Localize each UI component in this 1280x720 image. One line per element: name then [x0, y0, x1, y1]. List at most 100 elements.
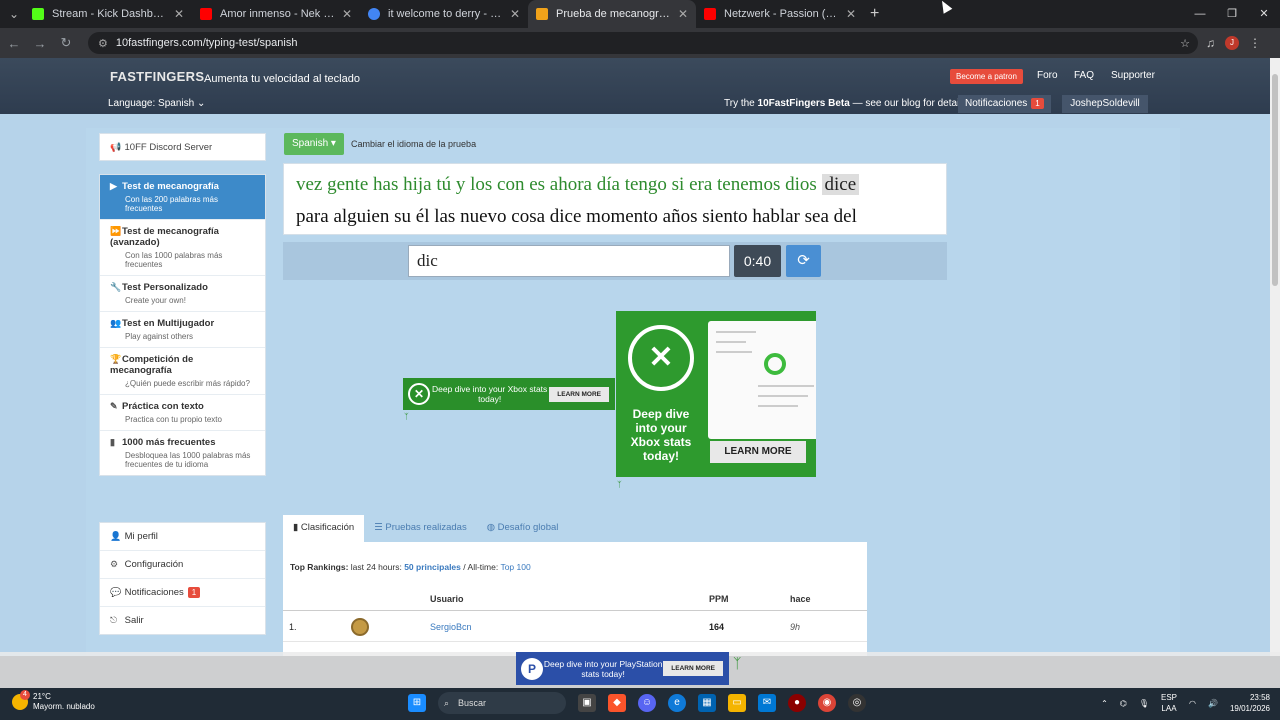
back-arrow-icon[interactable]: ←	[2, 36, 26, 51]
input-language[interactable]: ESP LAA	[1161, 692, 1177, 714]
obs-icon[interactable]: ◎	[848, 694, 866, 712]
sidebar-item-text-practice[interactable]: ✎ Práctica con texto Practica con tu prop…	[100, 395, 265, 431]
store-icon[interactable]: ▦	[698, 694, 716, 712]
notifications-button[interactable]: Notificaciones 1	[958, 95, 1051, 113]
discord-link[interactable]: 📢 10FF Discord Server	[99, 133, 266, 161]
kick-favicon-icon	[32, 8, 44, 20]
tab-close-icon[interactable]: ✕	[510, 7, 520, 21]
close-window-icon[interactable]: ✕	[1248, 0, 1280, 28]
sidebar-item-typing-test[interactable]: ▶ Test de mecanografía Con las 200 palabr…	[100, 175, 265, 220]
ad-marker-icon[interactable]: ᛉ	[733, 655, 751, 677]
scrollbar-thumb[interactable]	[1272, 74, 1278, 286]
restart-button[interactable]: ⟳	[786, 245, 821, 277]
sidebar-item-logout[interactable]: ⎋ Salir	[100, 607, 265, 634]
typing-input[interactable]: dic	[408, 245, 730, 277]
taskbar-search[interactable]: ⌕ Buscar	[438, 692, 566, 714]
sidebar-item-title: Test de mecanografía	[122, 181, 219, 192]
tab-10fastfingers[interactable]: Prueba de mecanografía Spani ✕	[528, 0, 696, 28]
sidebar-item-custom-test[interactable]: 🔧Test Personalizado Create your own!	[100, 276, 265, 312]
site-header: FASTFINGERS Aumenta tu velocidad al tecl…	[0, 58, 1270, 114]
restore-icon[interactable]: ❐	[1216, 0, 1248, 28]
ranking-username[interactable]: SergioBcn	[430, 622, 472, 632]
top-rankings-line: Top Rankings: last 24 hours: 50 principa…	[290, 562, 531, 572]
sidebar-item-multiplayer[interactable]: 👥Test en Multijugador Play against other…	[100, 312, 265, 348]
sidebar-item-profile[interactable]: 👤 Mi perfil	[100, 523, 265, 551]
tray-chevron-up-icon[interactable]: ⌃	[1101, 699, 1108, 708]
media-control-icon[interactable]: ♫	[1206, 36, 1215, 50]
sidebar-item-top-1000[interactable]: ▮ 1000 más frecuentes Desbloquea las 1000…	[100, 431, 265, 475]
column-header-user: Usuario	[430, 594, 464, 604]
file-explorer-icon[interactable]: ▭	[728, 694, 746, 712]
patron-button[interactable]: Become a patron	[950, 69, 1023, 84]
brave-browser-icon[interactable]: ◆	[608, 694, 626, 712]
refresh-icon: ⟳	[797, 252, 810, 269]
tab-ranking[interactable]: ▮ Clasificación	[283, 515, 365, 543]
browser-menu-icon[interactable]: ⋮	[1249, 36, 1261, 50]
sidebar-item-notifications[interactable]: 💬 Notificaciones 1	[100, 579, 265, 607]
wifi-icon[interactable]: ◠	[1189, 699, 1196, 708]
tab-kick[interactable]: Stream - Kick Dashboard ✕	[24, 0, 192, 28]
tab-close-icon[interactable]: ✕	[846, 7, 856, 21]
mail-icon[interactable]: ✉	[758, 694, 776, 712]
language-dropdown[interactable]: Language: Spanish ⌄	[108, 98, 205, 109]
tab-youtube-nek[interactable]: Amor inmenso - Nek (letra) ✕	[192, 0, 360, 28]
clock[interactable]: 23:58 19/01/2026	[1230, 692, 1270, 714]
edge-icon[interactable]: e	[668, 694, 686, 712]
sidebar-item-advanced-test[interactable]: ⏩Test de mecanografía (avanzado) Con las…	[100, 220, 265, 276]
test-language-button[interactable]: Spanish ▾	[284, 133, 344, 155]
nav-link-faq[interactable]: FAQ	[1074, 70, 1094, 81]
forward-arrow-icon[interactable]: →	[28, 36, 52, 51]
sidebar-item-settings[interactable]: ⚙ Configuración	[100, 551, 265, 579]
tab-tests-taken[interactable]: ☰ Pruebas realizadas	[364, 515, 477, 543]
new-tab-plus-icon[interactable]: +	[870, 5, 879, 23]
top-50-link[interactable]: 50 principales	[404, 562, 461, 572]
site-logo[interactable]: FASTFINGERS	[108, 62, 204, 90]
tab-youtube-netzwerk[interactable]: Netzwerk - Passion (Extended ✕	[696, 0, 864, 28]
chrome-icon[interactable]: ◉	[818, 694, 836, 712]
tab-close-icon[interactable]: ✕	[342, 7, 352, 21]
sidebar-item-title: Test Personalizado	[122, 282, 208, 293]
xbox-square-ad[interactable]: ✕ Deep dive into your Xbox stats today! …	[616, 311, 816, 477]
tab-search-chevron-icon[interactable]: ⌄	[4, 7, 24, 21]
wrench-icon: 🔧	[110, 282, 122, 292]
page-scrollbar[interactable]	[1270, 58, 1280, 656]
google-favicon-icon	[368, 8, 380, 20]
volume-icon[interactable]: 🔊	[1208, 699, 1218, 708]
ad-learn-more-button[interactable]: LEARN MORE	[663, 661, 723, 676]
tab-google-search[interactable]: it welcome to derry - Buscar co ✕	[360, 0, 528, 28]
ad-learn-more-button[interactable]: LEARN MORE	[549, 386, 609, 402]
weather-widget[interactable]: 4 21°C Mayorm. nublado	[12, 690, 95, 712]
sidebar-item-competition[interactable]: 🏆Competición de mecanografía ¿Quién pued…	[100, 348, 265, 395]
microphone-icon[interactable]: 🎙	[1139, 699, 1149, 708]
nav-link-foro[interactable]: Foro	[1037, 70, 1058, 81]
app-icon[interactable]: ●	[788, 694, 806, 712]
bookmark-star-icon[interactable]: ☆	[1180, 37, 1190, 50]
username-button[interactable]: JoshepSoldevill	[1062, 95, 1148, 113]
tab-global-challenge[interactable]: ◍ Desafío global	[477, 515, 569, 543]
tab-close-icon[interactable]: ✕	[174, 7, 184, 21]
change-language-link[interactable]: Cambiar el idioma de la prueba	[351, 139, 476, 149]
site-info-icon[interactable]: ⚙	[98, 37, 108, 50]
url-field[interactable]: ⚙ 10fastfingers.com/typing-test/spanish …	[88, 32, 1198, 54]
xbox-banner-ad[interactable]: ✕ Deep dive into your Xbox stats today! …	[403, 378, 615, 410]
task-view-icon[interactable]: ▣	[578, 694, 596, 712]
windows-start-icon[interactable]: ⊞	[408, 694, 426, 712]
beta-link[interactable]: 10FastFingers Beta	[758, 98, 850, 109]
top-100-link[interactable]: Top 100	[500, 562, 530, 572]
ad-learn-more-button[interactable]: LEARN MORE	[710, 441, 806, 463]
profile-avatar[interactable]: J	[1225, 36, 1239, 50]
network-icon[interactable]: ⌬	[1120, 699, 1127, 708]
discord-icon[interactable]: ☺	[638, 694, 656, 712]
tab-close-icon[interactable]: ✕	[678, 7, 688, 21]
url-text: 10fastfingers.com/typing-test/spanish	[115, 37, 298, 49]
playstation-banner-ad[interactable]: P Deep dive into your PlayStation stats …	[516, 652, 729, 685]
minimize-icon[interactable]: —	[1184, 0, 1216, 28]
reload-icon[interactable]: ↻	[54, 35, 78, 51]
nav-link-supporter[interactable]: Supporter	[1111, 70, 1155, 81]
notifications-badge: 1	[1031, 98, 1044, 109]
bar-chart-icon: ▮	[293, 522, 299, 533]
10ff-favicon-icon	[536, 8, 548, 20]
countdown-timer: 0:40	[734, 245, 781, 277]
column-header-ppm: PPM	[709, 594, 729, 604]
sidebar-item-sub: Create your own!	[125, 296, 186, 305]
